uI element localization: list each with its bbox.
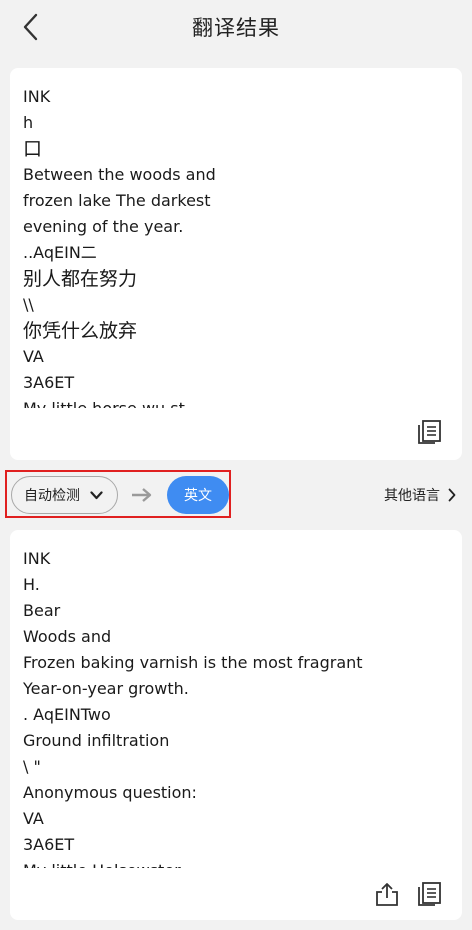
source-line: Between the woods and xyxy=(23,165,216,184)
translation-line: Bear xyxy=(23,601,61,620)
target-language-button[interactable]: 英文 xyxy=(167,476,229,514)
translation-text[interactable]: INK H. Bear Woods and Frozen baking varn… xyxy=(23,546,450,868)
source-line: h xyxy=(23,113,34,132)
translation-line: My little Holsewster xyxy=(23,858,450,868)
arrow-right-icon xyxy=(131,485,153,505)
translation-line: VA xyxy=(23,809,44,828)
source-line: 你凭什么放弃 xyxy=(23,320,138,342)
translation-line: H. xyxy=(23,575,40,594)
translation-line: \ " xyxy=(23,757,41,776)
source-line: ..AqEIN二 xyxy=(23,243,97,262)
page-title: 翻译结果 xyxy=(192,16,280,40)
app-header: 翻译结果 xyxy=(0,0,472,56)
translation-line: Woods and xyxy=(23,627,112,646)
source-line: 别人都在努力 xyxy=(23,268,138,290)
source-line: My little horse wu st xyxy=(23,396,450,408)
translation-line: Frozen baking varnish is the most fragra… xyxy=(23,653,363,672)
translation-text-card: INK H. Bear Woods and Frozen baking varn… xyxy=(10,530,462,920)
translation-line: . AqEINTwo xyxy=(23,705,111,724)
source-line: VA xyxy=(23,347,44,366)
source-text[interactable]: INK h 口 Between the woods and frozen lak… xyxy=(23,84,450,408)
chevron-right-icon xyxy=(448,488,456,502)
copy-icon[interactable] xyxy=(415,880,443,908)
source-line: 口 xyxy=(23,138,43,160)
source-line: \\ xyxy=(23,295,34,314)
translation-line: 3A6ET xyxy=(23,835,75,854)
translation-line: Anonymous question: xyxy=(23,783,197,802)
translation-line: INK xyxy=(23,549,51,568)
other-languages-button[interactable]: 其他语言 xyxy=(384,484,456,506)
source-language-label: 自动检测 xyxy=(24,488,80,504)
translation-line: Ground infiltration xyxy=(23,731,170,750)
chevron-down-icon xyxy=(90,490,103,500)
translation-line: Year-on-year growth. xyxy=(23,679,189,698)
source-line: 3A6ET xyxy=(23,373,75,392)
source-line: frozen lake The darkest xyxy=(23,191,211,210)
source-language-select[interactable]: 自动检测 xyxy=(11,476,118,514)
source-line: evening of the year. xyxy=(23,217,184,236)
source-text-card: INK h 口 Between the woods and frozen lak… xyxy=(10,68,462,460)
language-bar: 自动检测 英文 其他语言 xyxy=(0,466,472,522)
copy-icon[interactable] xyxy=(415,418,443,446)
share-icon[interactable] xyxy=(373,880,401,908)
other-languages-label: 其他语言 xyxy=(384,488,440,504)
source-line: INK xyxy=(23,87,51,106)
